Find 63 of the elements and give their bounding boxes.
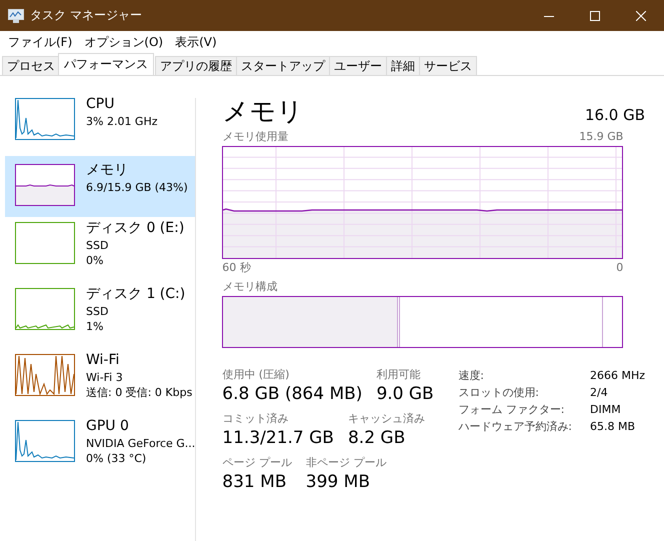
composition-label: メモリ構成 — [222, 280, 278, 294]
graph-label: メモリ使用量 — [222, 130, 288, 144]
tab[interactable]: スタートアップ — [236, 56, 330, 75]
app-icon — [8, 8, 24, 22]
sidebar-item-name: CPU — [86, 95, 116, 114]
info-value: 2/4 — [590, 385, 609, 400]
stat-value: 6.8 GB (864 MB) — [222, 383, 362, 406]
sidebar-item-detail: SSD — [86, 238, 110, 253]
stat-value: 9.0 GB — [376, 383, 434, 406]
stat-label: ページ プール — [222, 456, 292, 470]
sidebar-item-detail: 0% — [86, 253, 104, 268]
menu-item[interactable]: 表示(V) — [169, 34, 223, 50]
info-label: フォーム ファクター: — [458, 402, 566, 417]
sidebar-item-detail: 1% — [86, 319, 104, 334]
tab[interactable]: ユーザー — [329, 56, 387, 75]
stat-label: 非ページ プール — [306, 456, 386, 470]
sidebar-item-name: Wi-Fi — [86, 351, 120, 370]
total-memory: 16.0 GB — [584, 106, 646, 124]
info-label: スロットの使用: — [458, 385, 540, 400]
info-label: 速度: — [458, 368, 486, 383]
tab[interactable]: 詳細 — [386, 56, 420, 75]
stat-value: 399 MB — [306, 471, 371, 494]
sidebar-item-detail: 0% (33 °C) — [86, 451, 148, 466]
sidebar-item-detail: 送信: 0 受信: 0 Kbps — [86, 385, 192, 400]
tab[interactable]: サービス — [419, 56, 477, 75]
sidebar-item-name: GPU 0 — [86, 417, 130, 436]
stat-value: 831 MB — [222, 471, 288, 494]
stat-label: 利用可能 — [376, 368, 422, 382]
sidebar-item-name: ディスク 1 (C:) — [86, 285, 186, 304]
close-icon — [636, 10, 646, 20]
tab[interactable]: アプリの履歴 — [155, 56, 237, 75]
tab[interactable]: パフォーマンス — [58, 53, 154, 75]
sidebar-item[interactable]: ディスク 0 (E:) SSD 0% — [5, 222, 196, 283]
stat-label: コミット済み — [222, 412, 290, 426]
info-value: DIMM — [590, 402, 622, 417]
stat-label: 使用中 (圧縮) — [222, 368, 290, 382]
info-label: ハードウェア予約済み: — [458, 419, 572, 434]
info-value: 2666 MHz — [590, 368, 646, 383]
info-value: 65.8 MB — [590, 419, 636, 434]
sidebar-item-name: ディスク 0 (E:) — [86, 219, 184, 238]
sidebar-item[interactable]: GPU 0 NVIDIA GeForce G... 0% (33 °C) — [5, 420, 196, 481]
stat-value: 11.3/21.7 GB — [222, 427, 334, 450]
time-axis-end: 0 — [616, 261, 624, 275]
sidebar-item[interactable]: CPU 3% 2.01 GHz — [5, 98, 196, 159]
menu-item[interactable]: オプション(O) — [78, 34, 170, 50]
sidebar-item-name: メモリ — [86, 161, 129, 180]
stat-value: 8.2 GB — [348, 427, 406, 450]
graph-max-label: 15.9 GB — [579, 130, 624, 144]
tab[interactable]: プロセス — [2, 56, 60, 75]
page-title: メモリ — [222, 96, 304, 128]
maximize-icon — [590, 10, 600, 20]
sidebar-item-detail: 6.9/15.9 GB (43%) — [86, 180, 188, 195]
sidebar-item-detail: 3% 2.01 GHz — [86, 114, 158, 129]
menu-item[interactable]: ファイル(F) — [2, 34, 78, 50]
sidebar-item-detail: SSD — [86, 304, 110, 319]
sidebar-item[interactable]: メモリ 6.9/15.9 GB (43%) — [5, 156, 196, 217]
sidebar-item-detail: Wi-Fi 3 — [86, 370, 124, 385]
time-axis-start: 60 秒 — [222, 261, 251, 275]
stat-label: キャッシュ済み — [348, 412, 425, 426]
window-title: タスク マネージャー — [30, 7, 142, 24]
sidebar-item[interactable]: Wi-Fi Wi-Fi 3 送信: 0 受信: 0 Kbps — [5, 354, 196, 415]
sidebar-item[interactable]: ディスク 1 (C:) SSD 1% — [5, 288, 196, 349]
sidebar-item-detail: NVIDIA GeForce G... — [86, 436, 196, 451]
